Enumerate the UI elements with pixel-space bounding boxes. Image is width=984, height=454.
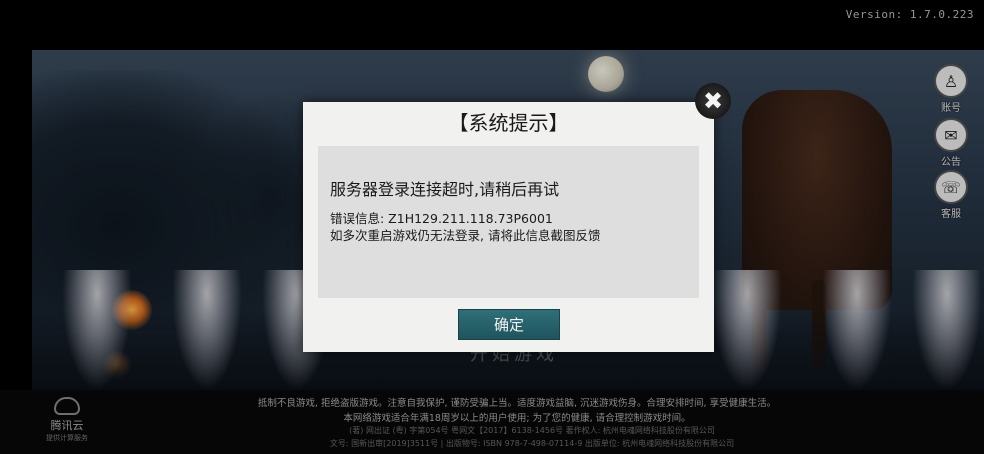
dialog-title: 【系统提示】: [448, 111, 569, 135]
system-prompt-dialog: 【系统提示】 服务器登录连接超时,请稍后再试 错误信息: Z1H129.211.…: [303, 102, 714, 352]
confirm-button[interactable]: 确定: [458, 309, 560, 340]
error-message: 服务器登录连接超时,请稍后再试: [330, 180, 560, 199]
close-icon[interactable]: ✖: [695, 83, 731, 119]
dialog-content: 服务器登录连接超时,请稍后再试 错误信息: Z1H129.211.118.73P…: [318, 146, 699, 298]
error-hint: 如多次重启游戏仍无法登录, 请将此信息截图反馈: [330, 228, 601, 243]
